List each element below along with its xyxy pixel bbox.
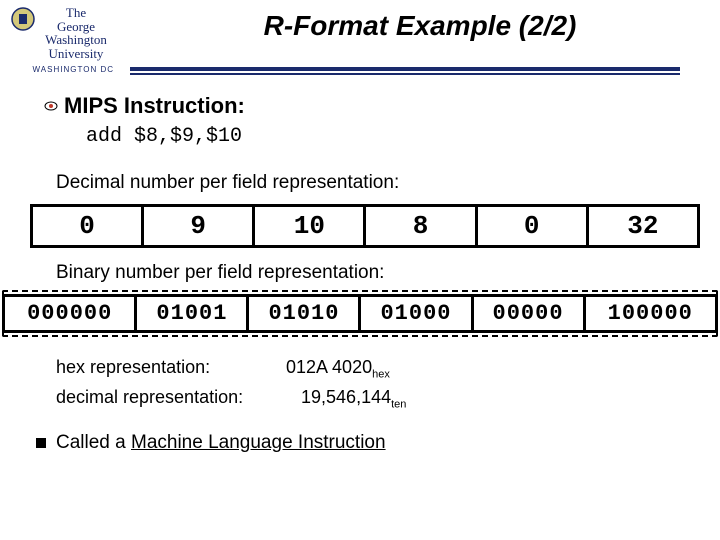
bin-field-0: 000000 <box>4 296 136 332</box>
bin-field-1: 01001 <box>136 296 248 332</box>
dec-rep-row: decimal representation: 19,546,144ten <box>56 387 690 411</box>
binary-wrap: 000000 01001 01010 01000 00000 100000 he… <box>2 294 718 333</box>
mips-heading-row: MIPS Instruction: <box>44 93 690 119</box>
final-text: Called a Machine Language Instruction <box>56 432 386 454</box>
dec-field-1: 9 <box>143 206 254 247</box>
mips-code: add $8,$9,$10 <box>86 125 690 148</box>
slide-header: The George Washington University WASHING… <box>0 0 720 61</box>
logo-sublabel: WASHINGTON DC <box>10 65 120 74</box>
bin-field-4: 00000 <box>472 296 584 332</box>
bin-field-5: 100000 <box>584 296 716 332</box>
dec-rep-value: 19,546,144ten <box>286 387 406 411</box>
hex-rep-sub: hex <box>372 369 390 381</box>
hex-rep-value-text: 012A 4020 <box>286 357 372 377</box>
dec-field-0: 0 <box>32 206 143 247</box>
title-underline <box>130 67 680 75</box>
hex-rep-value: 012A 4020hex <box>286 357 390 381</box>
binary-fields-table: 000000 01001 01010 01000 00000 100000 <box>2 294 718 333</box>
gwu-logo: The George Washington University WASHING… <box>10 6 120 61</box>
final-bullet-row: Called a Machine Language Instruction <box>36 432 690 454</box>
representations-block: hex representation: 012A 4020hex decimal… <box>56 357 690 410</box>
slide-content: MIPS Instruction: add $8,$9,$10 Decimal … <box>0 75 720 454</box>
hex-rep-row: hex representation: 012A 4020hex <box>56 357 690 381</box>
dec-field-5: 32 <box>587 206 698 247</box>
square-bullet-icon <box>36 438 46 448</box>
binary-caption: Binary number per field representation: <box>56 262 690 284</box>
decimal-caption: Decimal number per field representation: <box>56 172 690 194</box>
dec-rep-sub: ten <box>391 398 406 410</box>
dec-field-2: 10 <box>254 206 365 247</box>
eye-bullet-icon <box>44 99 58 113</box>
hex-rep-label: hex representation: <box>56 357 286 381</box>
decimal-fields-table: 0 9 10 8 0 32 <box>30 204 700 248</box>
mips-heading-text: MIPS Instruction: <box>64 93 245 118</box>
final-prefix: Called a <box>56 432 131 453</box>
gwu-crest-icon <box>10 6 36 32</box>
dec-field-4: 0 <box>476 206 587 247</box>
bin-field-3: 01000 <box>360 296 472 332</box>
dec-rep-label: decimal representation: <box>56 387 286 411</box>
slide-title: R-Format Example (2/2) <box>130 6 710 42</box>
mips-heading: MIPS Instruction: <box>64 93 245 119</box>
machine-language-instruction-link: Machine Language Instruction <box>131 432 386 453</box>
logo-line4: University <box>49 46 104 61</box>
dec-rep-value-text: 19,546,144 <box>301 387 391 407</box>
dec-field-3: 8 <box>365 206 476 247</box>
bin-field-2: 01010 <box>248 296 360 332</box>
